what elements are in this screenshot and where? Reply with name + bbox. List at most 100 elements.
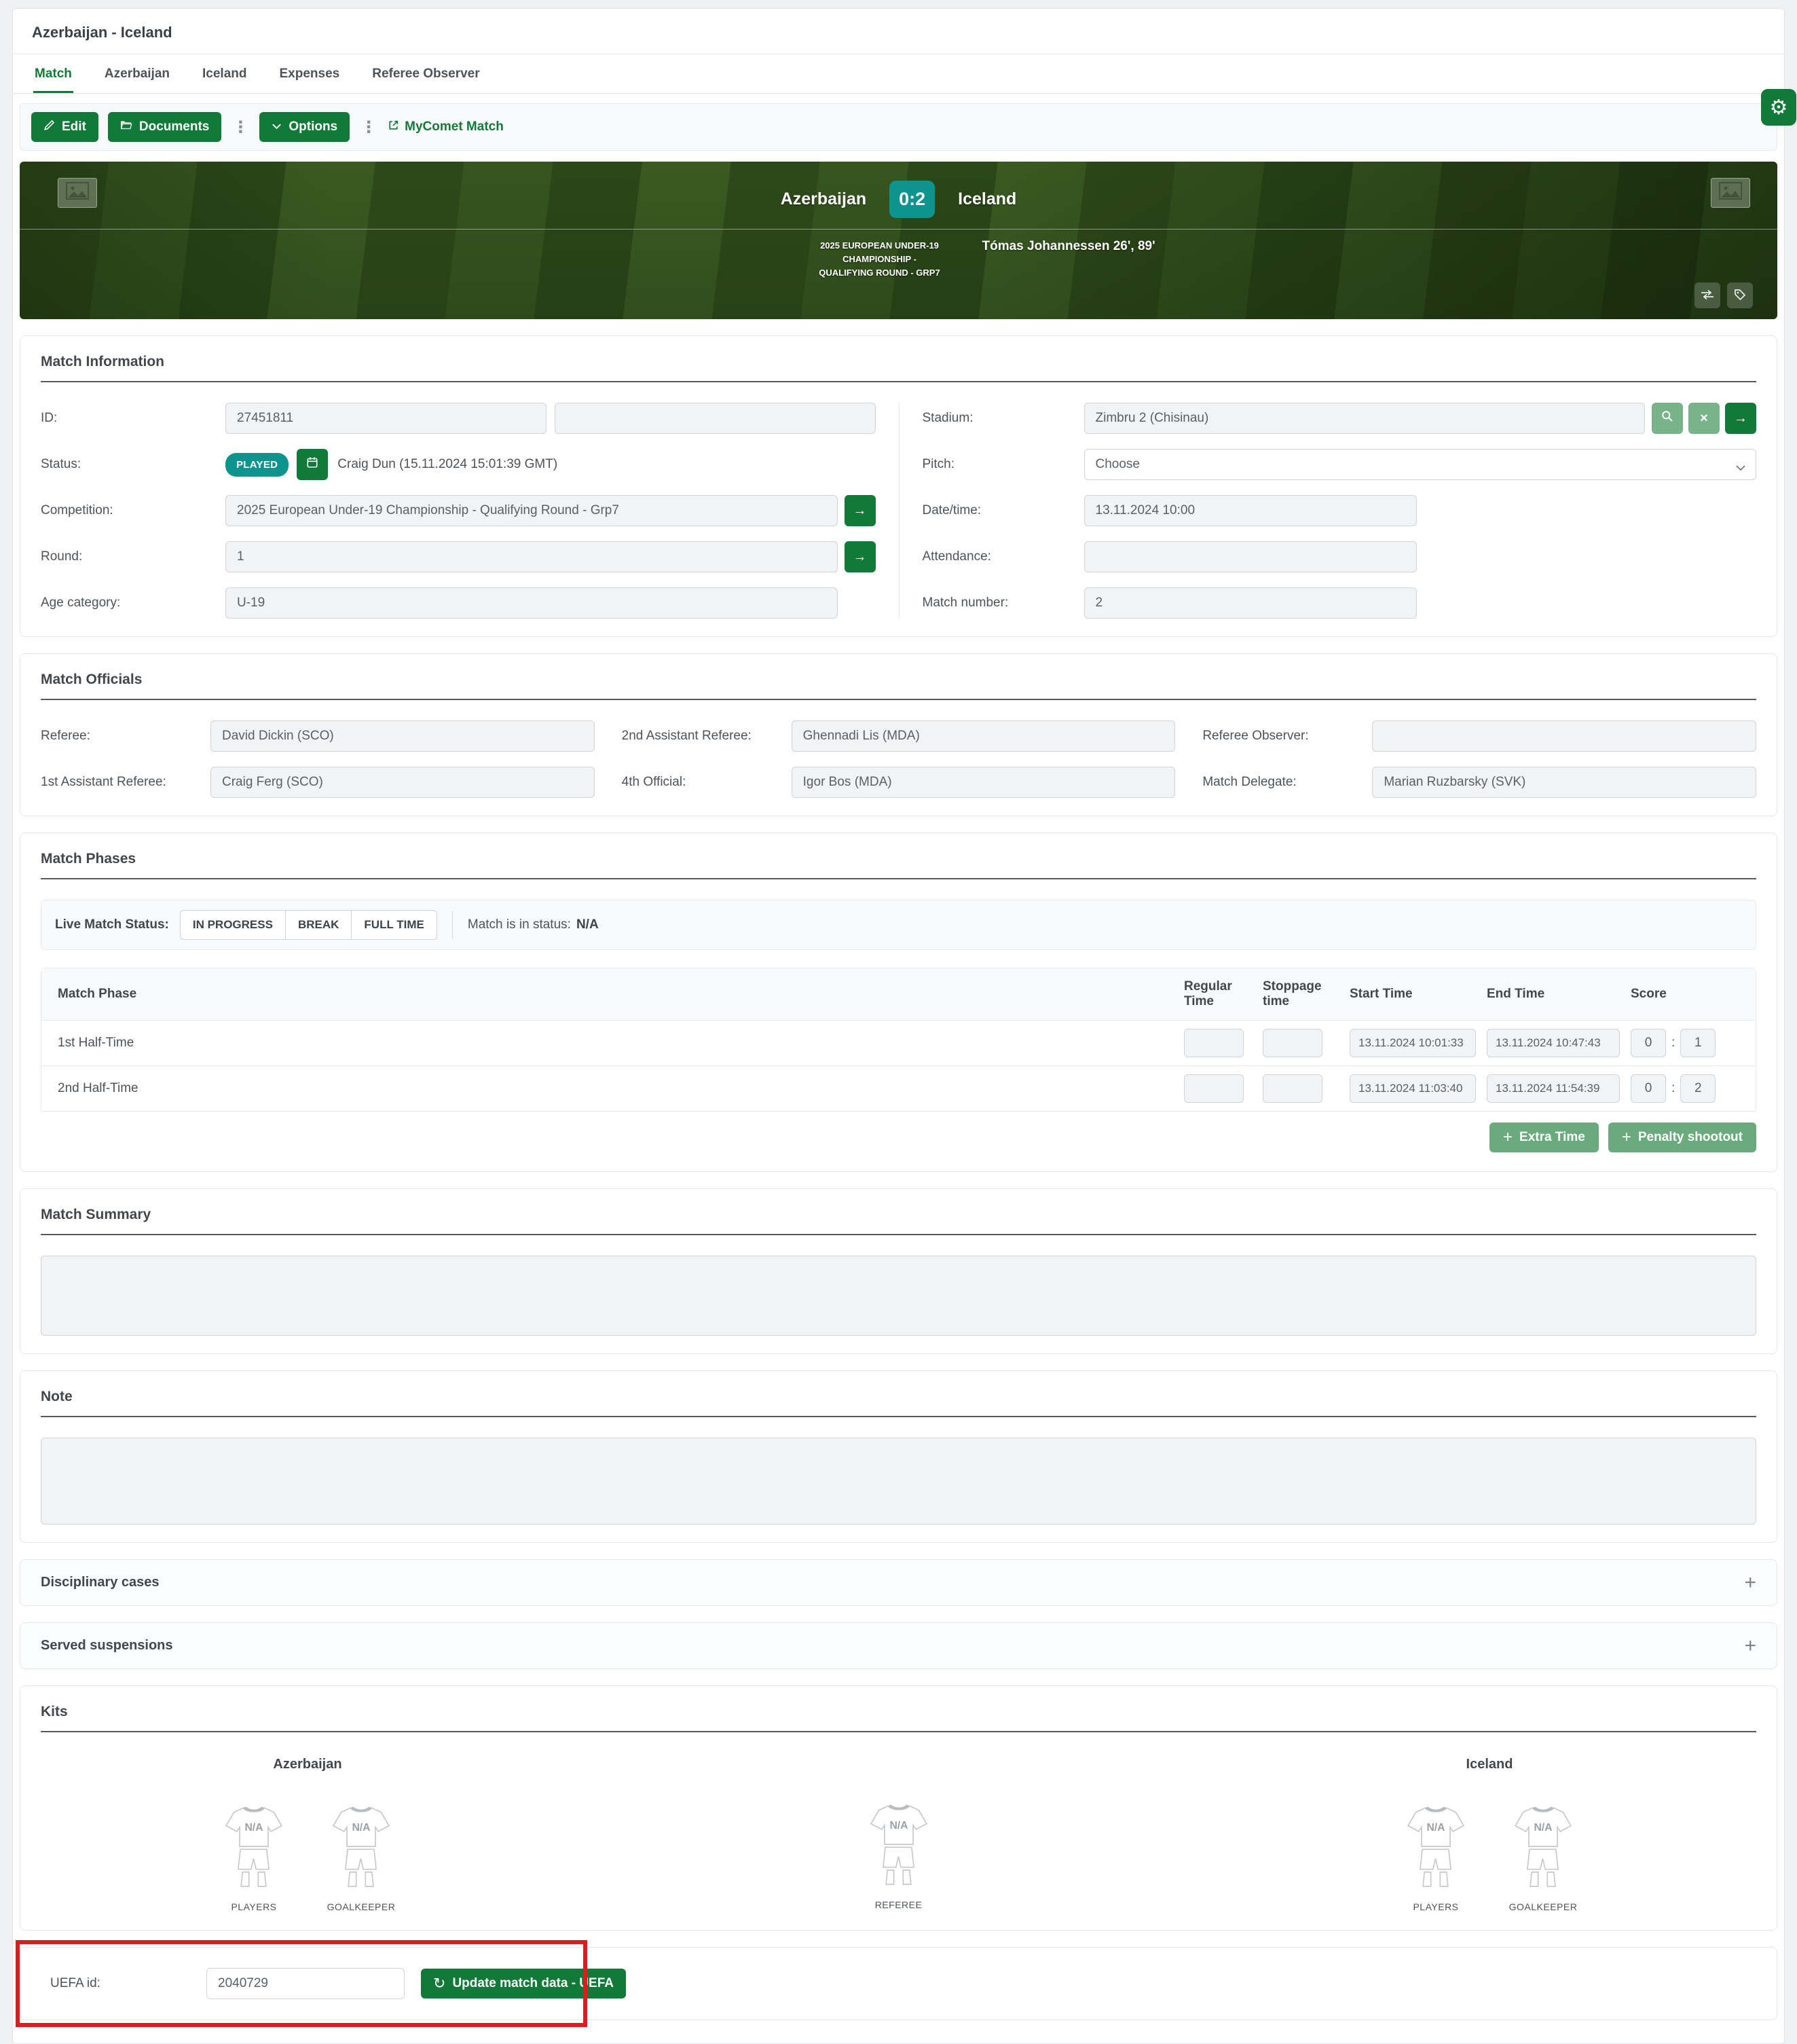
arrow-right-icon: →	[853, 503, 867, 519]
referee-kit[interactable]: N/A REFEREE	[855, 1800, 942, 1910]
assistant1-input[interactable]	[210, 767, 595, 798]
tab-expenses[interactable]: Expenses	[278, 54, 341, 93]
competition-input[interactable]	[225, 495, 838, 526]
tag-button[interactable]	[1727, 282, 1753, 308]
fourth-official-input[interactable]	[792, 767, 1176, 798]
home-goals	[20, 239, 815, 280]
fourth-official-label: 4th Official:	[622, 775, 792, 790]
end-time-input[interactable]	[1487, 1074, 1620, 1103]
tab-iceland[interactable]: Iceland	[201, 54, 248, 93]
away-kits-group: Iceland N/A PLAYERS N/A GOALKEEPER	[1392, 1757, 1587, 1912]
tab-bar: Match Azerbaijan Iceland Expenses Refere…	[13, 54, 1784, 94]
stadium-clear-button[interactable]: ×	[1688, 403, 1720, 434]
age-category-input[interactable]	[225, 587, 838, 619]
add-penalty-shootout-button[interactable]: + Penalty shootout	[1608, 1123, 1756, 1152]
attendance-input[interactable]	[1084, 541, 1417, 572]
go-to-stadium-button[interactable]: →	[1725, 403, 1756, 434]
match-delegate-input[interactable]	[1372, 767, 1756, 798]
match-status-value: N/A	[576, 917, 599, 932]
score-home-input[interactable]	[1631, 1029, 1666, 1057]
score-away-input[interactable]	[1680, 1029, 1716, 1057]
arrow-right-icon: →	[853, 549, 867, 565]
uefa-id-input[interactable]	[206, 1968, 405, 1999]
tab-azerbaijan[interactable]: Azerbaijan	[103, 54, 171, 93]
stoppage-time-input[interactable]	[1263, 1029, 1322, 1057]
swap-teams-button[interactable]	[1694, 282, 1720, 308]
round-label: Round:	[41, 549, 225, 564]
documents-button[interactable]: Documents	[108, 112, 221, 142]
assistant2-input[interactable]	[792, 720, 1176, 752]
update-match-data-uefa-button[interactable]: ↻ Update match data - UEFA	[421, 1969, 626, 1999]
full-time-button[interactable]: FULL TIME	[351, 910, 437, 940]
home-goalkeeper-kit[interactable]: N/A GOALKEEPER	[318, 1802, 405, 1912]
tab-match[interactable]: Match	[33, 54, 73, 93]
stadium-search-button[interactable]	[1652, 403, 1683, 434]
served-suspensions-panel[interactable]: Served suspensions +	[20, 1622, 1777, 1669]
match-id-input[interactable]	[225, 403, 546, 434]
page-header: Azerbaijan - Iceland	[13, 9, 1784, 54]
close-icon: ×	[1700, 411, 1708, 426]
status-history-button[interactable]	[297, 449, 328, 480]
start-time-input[interactable]	[1350, 1074, 1476, 1103]
match-delegate-label: Match Delegate:	[1202, 775, 1372, 790]
home-kits-team-name: Azerbaijan	[210, 1757, 405, 1772]
kit-label: PLAYERS	[1392, 1901, 1479, 1912]
home-players-kit[interactable]: N/A PLAYERS	[210, 1802, 297, 1912]
id-label: ID:	[41, 411, 225, 426]
table-row: 1st Half-Time :	[41, 1021, 1756, 1066]
assistant1-label: 1st Assistant Referee:	[41, 775, 210, 790]
uefa-id-section: UEFA id: ↻ Update match data - UEFA	[20, 1947, 1777, 2020]
kit-label: REFEREE	[855, 1899, 942, 1910]
assistant2-label: 2nd Assistant Referee:	[622, 729, 792, 744]
age-category-label: Age category:	[41, 596, 225, 610]
section-title: Kits	[41, 1704, 1756, 1720]
add-extra-time-button[interactable]: + Extra Time	[1489, 1123, 1599, 1152]
expand-plus-icon[interactable]: +	[1744, 1576, 1756, 1590]
away-players-kit[interactable]: N/A PLAYERS	[1392, 1802, 1479, 1912]
settings-gear-button[interactable]: ⚙	[1761, 89, 1796, 126]
kits-section: Kits Azerbaijan N/A PLAYERS N/A GOALKEEP…	[20, 1685, 1777, 1931]
away-kits-team-name: Iceland	[1392, 1757, 1587, 1772]
note-textarea[interactable]	[41, 1438, 1756, 1525]
separator-dots-icon: ⋮	[231, 117, 250, 137]
scoreline: Azerbaijan 0:2 Iceland	[20, 162, 1777, 218]
options-button[interactable]: Options	[259, 112, 350, 142]
match-officials-section: Match Officials Referee: 1st Assistant R…	[20, 653, 1777, 816]
break-button[interactable]: BREAK	[285, 910, 352, 940]
match-number-input[interactable]	[1084, 587, 1417, 619]
end-time-input[interactable]	[1487, 1029, 1620, 1057]
referee-observer-input[interactable]	[1372, 720, 1756, 752]
mycomet-match-link[interactable]: MyComet Match	[388, 120, 504, 135]
section-title: Note	[41, 1389, 1756, 1405]
toolbar-wrap: Edit Documents ⋮ Options ⋮ MyComet Match	[13, 94, 1784, 159]
home-team-name: Azerbaijan	[781, 189, 866, 209]
referee-observer-label: Referee Observer:	[1202, 729, 1372, 744]
away-goalkeeper-kit[interactable]: N/A GOALKEEPER	[1500, 1802, 1587, 1912]
in-progress-button[interactable]: IN PROGRESS	[180, 910, 286, 940]
go-to-round-button[interactable]: →	[845, 541, 876, 572]
score-away-input[interactable]	[1680, 1074, 1716, 1103]
panel-title: Disciplinary cases	[41, 1575, 160, 1590]
score-colon: :	[1671, 1036, 1675, 1051]
regular-time-input[interactable]	[1184, 1029, 1244, 1057]
match-id-secondary-input[interactable]	[555, 403, 876, 434]
regular-time-input[interactable]	[1184, 1074, 1244, 1103]
stoppage-time-input[interactable]	[1263, 1074, 1322, 1103]
referee-input[interactable]	[210, 720, 595, 752]
round-input[interactable]	[225, 541, 838, 572]
tab-referee-observer[interactable]: Referee Observer	[371, 54, 481, 93]
datetime-input[interactable]	[1084, 495, 1417, 526]
score-home-input[interactable]	[1631, 1074, 1666, 1103]
disciplinary-cases-panel[interactable]: Disciplinary cases +	[20, 1559, 1777, 1606]
pitch-select[interactable]: Choose	[1084, 449, 1757, 480]
section-title: Match Summary	[41, 1207, 1756, 1223]
toolbar: Edit Documents ⋮ Options ⋮ MyComet Match	[20, 103, 1777, 151]
match-information-section: Match Information ID: Status: PLAYED Cra…	[20, 335, 1777, 637]
go-to-competition-button[interactable]: →	[845, 495, 876, 526]
edit-button[interactable]: Edit	[31, 112, 98, 142]
expand-plus-icon[interactable]: +	[1744, 1639, 1756, 1653]
start-time-input[interactable]	[1350, 1029, 1476, 1057]
match-summary-textarea[interactable]	[41, 1256, 1756, 1336]
referee-kit-group: N/A REFEREE	[855, 1757, 942, 1912]
stadium-input[interactable]	[1084, 403, 1646, 434]
